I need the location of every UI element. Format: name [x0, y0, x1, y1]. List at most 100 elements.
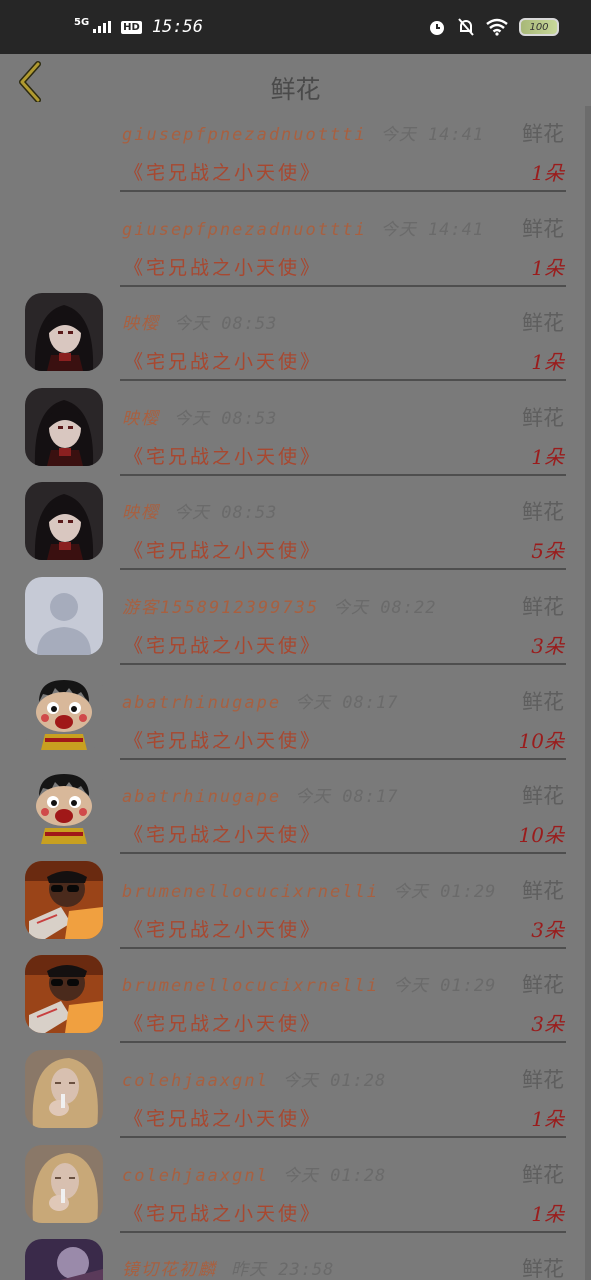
status-bar: 5G HD 15:56 100 [0, 0, 591, 54]
user-name-text: abatrhinugape [122, 787, 282, 808]
list-item[interactable]: giusepfpnezadnuottti 今天 14:41 鲜花 《宅兄战之小天使… [0, 112, 591, 207]
list-item[interactable]: abatrhinugape 今天 08:17 鲜花 《宅兄战之小天使》 10朵 [0, 766, 591, 869]
user-name-text: giusepfpnezadnuottti [122, 219, 367, 240]
gift-type: 鲜花 [522, 1257, 564, 1280]
flower-count: 1朵 [531, 350, 564, 375]
network-type: 5G [74, 17, 90, 28]
list-item[interactable]: 镜切花初麟 昨天 23:58 鲜花 [0, 1239, 591, 1280]
book-title: 《宅兄战之小天使》 [124, 256, 323, 279]
user-name-text: 镜切花初麟 [122, 1260, 217, 1280]
mute-bell-icon [458, 18, 474, 36]
status-right: 100 [427, 17, 559, 37]
flower-count: 1朵 [531, 444, 564, 469]
flower-count: 3朵 [531, 633, 564, 658]
list-item[interactable]: giusepfpnezadnuottti 今天 14:41 鲜花 《宅兄战之小天使… [0, 207, 591, 302]
user-name: giusepfpnezadnuottti 今天 14:41 [122, 120, 484, 145]
gift-type: 鲜花 [522, 1162, 564, 1187]
user-name-text: brumenellocucixrnelli [122, 976, 379, 997]
flower-record-list[interactable]: giusepfpnezadnuottti 今天 14:41 鲜花 《宅兄战之小天使… [0, 112, 591, 1280]
book-title: 《宅兄战之小天使》 [124, 162, 323, 184]
flower-count: 10朵 [518, 728, 564, 753]
divider [120, 757, 566, 760]
flower-count: 3朵 [531, 1012, 564, 1037]
scrollbar[interactable] [585, 106, 591, 1280]
avatar[interactable] [25, 955, 103, 1034]
user-name-text: 映樱 [122, 503, 160, 524]
divider [120, 568, 566, 571]
user-name-text: brumenellocucixrnelli [122, 881, 379, 902]
list-item[interactable]: brumenellocucixrnelli 今天 01:29 鲜花 《宅兄战之小天… [0, 955, 591, 1058]
alarm-icon [430, 21, 444, 35]
flower-count: 1朵 [531, 161, 564, 185]
list-item[interactable]: 游客15589123997​35 今天 08:22 鲜花 《宅兄战之小天使》 3朵 [0, 576, 591, 680]
user-name: abatrhinugape 今天 08:17 [122, 688, 398, 713]
divider [120, 946, 566, 949]
list-item[interactable]: colehjaaxgnl 今天 01:28 鲜花 《宅兄战之小天使》 1朵 [0, 1049, 591, 1153]
book-title: 《宅兄战之小天使》 [124, 634, 323, 657]
gift-type: 鲜花 [522, 311, 564, 336]
divider [120, 1135, 566, 1138]
record-time: 今天 14:41 [380, 125, 485, 145]
user-name-text: colehjaaxgnl [122, 1070, 269, 1091]
list-item[interactable]: 映樱 今天 08:53 鲜花 《宅兄战之小天使》 1朵 [0, 387, 591, 491]
gift-type: 鲜花 [522, 1067, 564, 1092]
avatar[interactable] [25, 482, 103, 561]
book-title: 《宅兄战之小天使》 [124, 729, 323, 752]
divider [120, 473, 566, 476]
user-name-text: 游客15589123997​35 [122, 597, 320, 618]
avatar[interactable] [25, 1239, 103, 1280]
list-item[interactable]: 映樱 今天 08:53 鲜花 《宅兄战之小天使》 1朵 [0, 293, 591, 396]
avatar[interactable] [25, 860, 103, 939]
list-item[interactable]: brumenellocucixrnelli 今天 01:29 鲜花 《宅兄战之小天… [0, 860, 591, 964]
avatar[interactable] [25, 387, 103, 466]
record-time: 今天 08:53 [174, 314, 278, 335]
gift-type: 鲜花 [522, 973, 564, 998]
avatar[interactable] [25, 1049, 103, 1128]
wifi-icon [486, 18, 508, 36]
record-time: 今天 01:29 [392, 976, 497, 997]
gift-type: 鲜花 [522, 405, 564, 430]
gift-type: 鲜花 [522, 784, 564, 809]
record-time: 今天 14:41 [380, 219, 485, 240]
divider [120, 284, 566, 287]
user-name: giusepfpnezadnuottti 今天 14:41 [122, 215, 484, 240]
battery-icon: 100 [519, 18, 559, 36]
list-item[interactable]: colehjaaxgnl 今天 01:28 鲜花 《宅兄战之小天使》 1朵 [0, 1144, 591, 1248]
divider [120, 379, 566, 382]
user-name: 映樱 今天 08:53 [122, 309, 277, 334]
status-left: 5G HD 15:56 [74, 17, 203, 37]
list-item[interactable]: abatrhinugape 今天 08:17 鲜花 《宅兄战之小天使》 10朵 [0, 671, 591, 775]
user-name: colehjaaxgnl 今天 01:28 [122, 1161, 386, 1186]
list-item[interactable]: 映樱 今天 08:53 鲜花 《宅兄战之小天使》 5朵 [0, 482, 591, 585]
avatar[interactable] [25, 576, 103, 655]
record-time: 今天 08:17 [295, 787, 399, 808]
record-time: 今天 08:22 [333, 597, 437, 618]
book-title: 《宅兄战之小天使》 [124, 1202, 323, 1225]
gift-type: 鲜花 [522, 216, 564, 241]
hd-icon: HD [121, 20, 142, 34]
divider [120, 190, 566, 192]
nav-bar: 鲜花 [0, 54, 591, 106]
avatar[interactable] [25, 1144, 103, 1223]
user-name-text: abatrhinugape [122, 692, 282, 713]
user-name-text: 映樱 [122, 314, 160, 335]
gift-type: 鲜花 [522, 122, 564, 146]
avatar[interactable] [25, 671, 103, 750]
user-name: 镜切花初麟 昨天 23:58 [122, 1255, 334, 1280]
user-name: 游客15589123997​35 今天 08:22 [122, 593, 436, 618]
book-title: 《宅兄战之小天使》 [124, 1013, 323, 1036]
record-time: 今天 01:29 [392, 881, 497, 902]
record-time: 今天 08:53 [174, 408, 278, 429]
book-title: 《宅兄战之小天使》 [124, 351, 323, 374]
record-time: 今天 08:17 [295, 692, 399, 713]
avatar[interactable] [25, 766, 103, 845]
book-title: 《宅兄战之小天使》 [124, 918, 323, 941]
divider [120, 1041, 566, 1044]
avatar[interactable] [25, 293, 103, 372]
book-title: 《宅兄战之小天使》 [124, 824, 323, 847]
user-name: brumenellocucixrnelli 今天 01:29 [122, 971, 496, 996]
user-name: colehjaaxgnl 今天 01:28 [122, 1066, 386, 1091]
gift-type: 鲜花 [522, 594, 564, 619]
divider [120, 852, 566, 855]
user-name: abatrhinugape 今天 08:17 [122, 782, 398, 807]
